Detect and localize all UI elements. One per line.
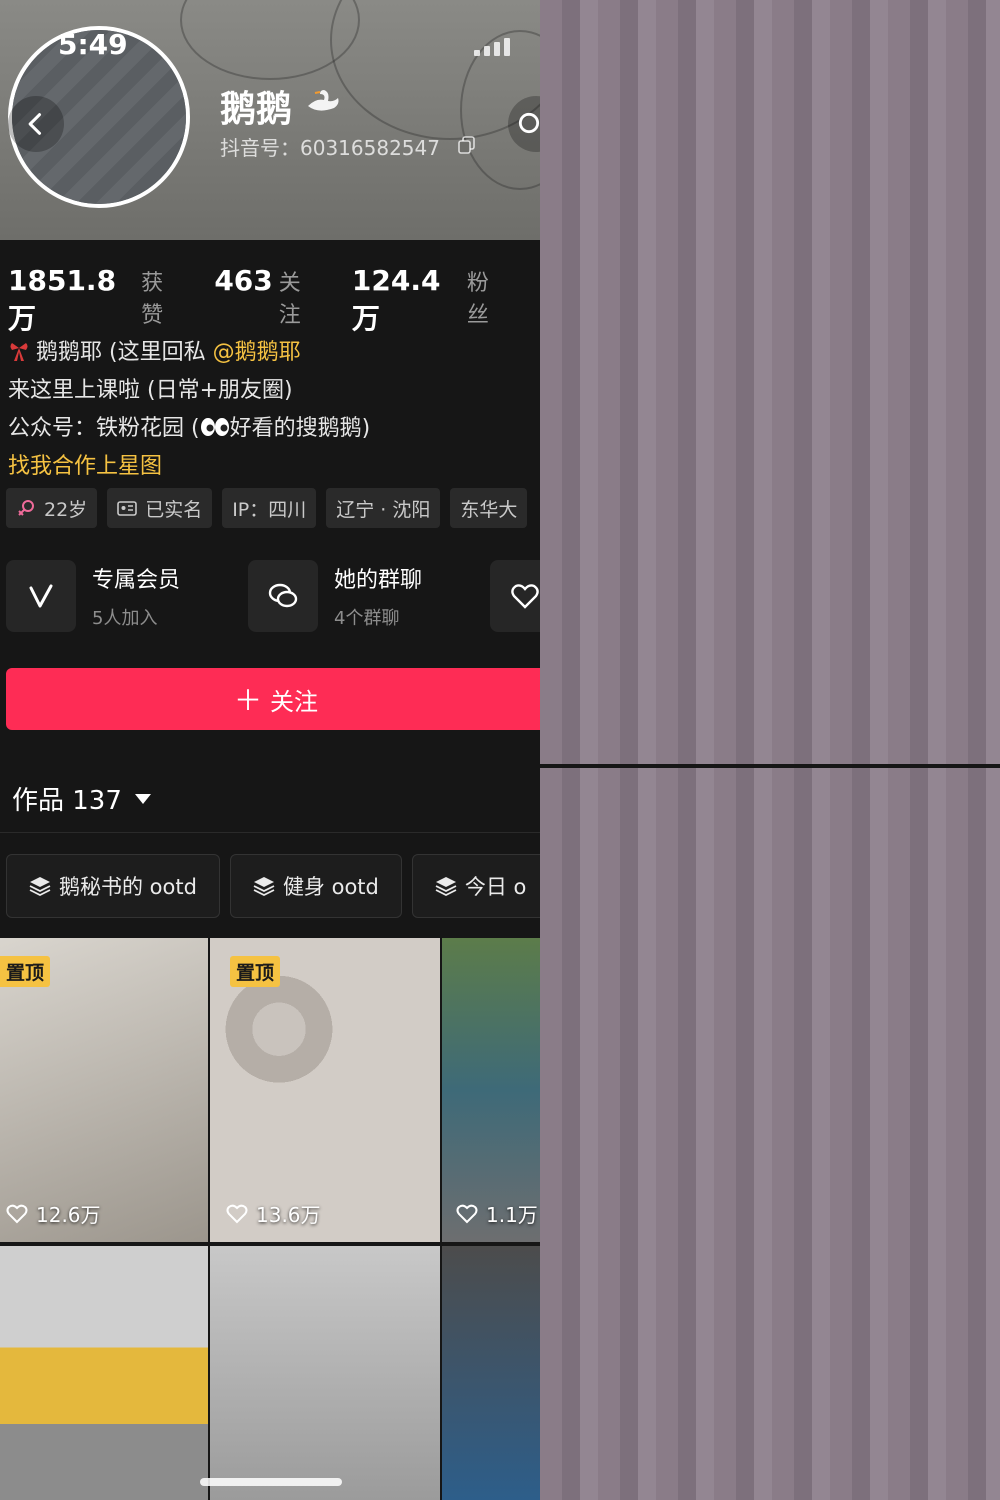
tag-age-label: 22岁 xyxy=(44,498,88,521)
like-count: 12.6万 xyxy=(6,1199,101,1228)
bio-mention-link[interactable]: @鹅鹅耶 xyxy=(213,340,301,365)
like-count-value: 1.1万 xyxy=(486,1203,538,1227)
tag-verified-label: 已实名 xyxy=(145,498,203,521)
followers-count[interactable]: 124.4万 xyxy=(352,264,461,337)
tag-age: 22岁 xyxy=(6,488,98,528)
swan-icon xyxy=(308,90,339,111)
chevron-left-icon xyxy=(28,113,42,135)
video-thumbnail[interactable] xyxy=(210,1246,440,1500)
like-count-value: 13.6万 xyxy=(256,1203,321,1227)
feature-fans[interactable] xyxy=(490,558,540,634)
banner-art xyxy=(180,0,360,80)
copy-icon[interactable] xyxy=(458,136,476,154)
video-thumbnail[interactable]: 1.1万 xyxy=(442,938,540,1242)
collection-chip[interactable]: 今日 o xyxy=(411,854,540,918)
pinned-badge: 置顶 xyxy=(0,956,51,987)
eyes-emoji-icon xyxy=(200,418,229,436)
like-count: 13.6万 xyxy=(226,1199,321,1228)
feature-group-chat[interactable]: 她的群聊 4个群聊 xyxy=(248,558,490,634)
video-thumbnail[interactable]: 置顶 12.6万 xyxy=(0,938,208,1242)
profile-bio: 鹅鹅耶 (这里回私 @鹅鹅耶 来这里上课啦 (日常+朋友圈) 公众号：铁粉花园 … xyxy=(8,334,540,486)
search-icon xyxy=(518,112,540,134)
photo-placeholder xyxy=(540,768,1000,1500)
works-label: 作品 137 xyxy=(12,786,122,816)
collection-chip[interactable]: 鹅秘书的 ootd xyxy=(6,854,220,918)
profile-tags: 22岁 已实名 IP：四川 辽宁 · 沈阳 东华大 xyxy=(6,488,528,528)
collection-chips: 鹅秘书的 ootd 健身 ootd 今日 o xyxy=(6,854,540,918)
female-icon xyxy=(18,500,34,516)
bio-line-1: 鹅鹅耶 (这里回私 xyxy=(36,340,213,365)
star-map-link[interactable]: 找我合作上星图 xyxy=(8,448,540,486)
likes-label: 获赞 xyxy=(141,271,164,328)
collection-chip-label: 今日 o xyxy=(464,875,527,899)
v-badge-icon xyxy=(29,584,53,608)
photo-bottom xyxy=(540,768,1000,1500)
profile-stats: 1851.8万 获赞 463 关注 124.4万 粉丝 xyxy=(8,264,540,337)
layers-icon xyxy=(435,877,457,897)
home-indicator xyxy=(200,1478,342,1486)
following-label[interactable]: 关注 xyxy=(279,265,320,329)
signal-icon xyxy=(474,36,534,56)
bio-line-3-suffix: 好看的搜鹅鹅) xyxy=(229,416,371,441)
heart-badge-icon xyxy=(511,584,539,609)
thumbnail-placeholder xyxy=(0,1246,208,1500)
like-count: 1.1万 xyxy=(456,1199,538,1228)
feature-row: 专属会员 5人加入 她的群聊 4个群聊 xyxy=(6,558,540,634)
video-thumbnail[interactable] xyxy=(0,1246,208,1500)
collection-chip-label: 鹅秘书的 ootd xyxy=(59,875,197,899)
douyin-id: 抖音号：60316582547 xyxy=(220,136,440,160)
follow-button[interactable]: ＋ 关注 xyxy=(6,668,540,730)
followers-label[interactable]: 粉丝 xyxy=(467,265,508,329)
works-tab[interactable]: 作品 137 xyxy=(12,780,152,817)
layers-icon xyxy=(253,877,275,897)
id-card-icon xyxy=(117,501,137,516)
feature-group-chat-title: 她的群聊 xyxy=(334,568,423,593)
feature-membership[interactable]: 专属会员 5人加入 xyxy=(6,558,248,634)
caret-down-icon xyxy=(134,793,151,804)
bio-line-3: 公众号：铁粉花园 ( xyxy=(8,416,200,441)
heart-outline-icon xyxy=(456,1204,478,1223)
feature-membership-title: 专属会员 xyxy=(92,568,181,593)
status-time: 5:49 xyxy=(58,28,128,61)
feature-group-chat-sub: 4个群聊 xyxy=(334,608,400,629)
thumbnail-placeholder xyxy=(442,938,540,1242)
ribbon-bow-icon xyxy=(10,343,28,361)
chat-bubbles-icon xyxy=(268,583,298,608)
bio-line-2: 来这里上课啦 (日常+朋友圈) xyxy=(8,378,293,403)
video-thumbnail[interactable]: 置顶 13.6万 xyxy=(210,938,440,1242)
likes-count: 1851.8万 xyxy=(8,264,117,335)
follow-plus: ＋ xyxy=(233,684,262,717)
tag-ip: IP：四川 xyxy=(222,488,317,528)
collection-chip[interactable]: 健身 ootd xyxy=(229,854,402,918)
back-button[interactable] xyxy=(8,96,64,152)
following-count[interactable]: 463 xyxy=(214,264,272,297)
profile-header-banner: 5:49 鹅鹅 抖音号：60316582547 xyxy=(0,0,540,240)
like-count-value: 12.6万 xyxy=(36,1203,101,1227)
photo-top xyxy=(540,0,1000,764)
tag-verified: 已实名 xyxy=(107,488,213,528)
thumbnail-placeholder xyxy=(442,1246,540,1500)
video-thumbnail[interactable] xyxy=(442,1246,540,1500)
pinned-badge: 置顶 xyxy=(230,956,281,987)
photo-placeholder xyxy=(540,0,1000,764)
heart-outline-icon xyxy=(6,1204,28,1223)
heart-outline-icon xyxy=(226,1204,248,1223)
follow-button-label: 关注 xyxy=(270,687,318,716)
tag-location: 辽宁 · 沈阳 xyxy=(326,488,441,528)
divider xyxy=(0,832,540,833)
profile-screen: 5:49 鹅鹅 抖音号：60316582547 1851.8万 获赞 463 关… xyxy=(0,0,540,1500)
profile-nickname: 鹅鹅 xyxy=(220,89,293,130)
feature-membership-sub: 5人加入 xyxy=(92,608,158,629)
thumbnail-placeholder xyxy=(210,1246,440,1500)
tag-school: 东华大 xyxy=(450,488,528,528)
layers-icon xyxy=(29,877,51,897)
collection-chip-label: 健身 ootd xyxy=(282,875,379,899)
